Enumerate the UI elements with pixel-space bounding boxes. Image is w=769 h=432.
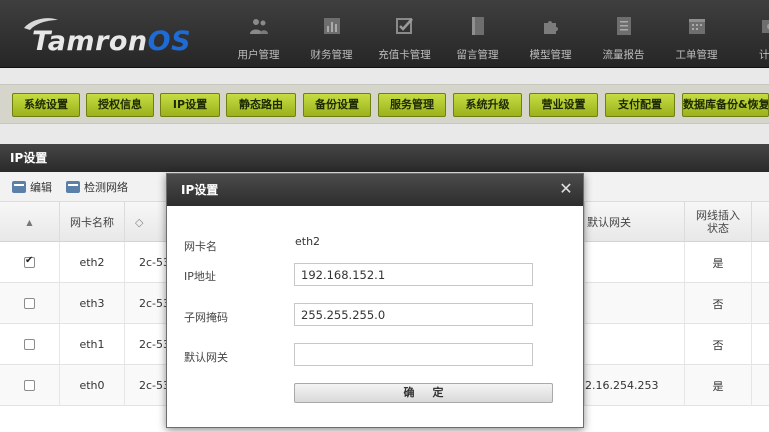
default-gateway-input[interactable] [294,343,533,366]
nic-name-label: 网卡名 [184,240,217,253]
calendar-icon [689,19,705,34]
tamronos-logo[interactable]: TamronOS [18,12,208,58]
logo-main: Tamron [32,26,148,57]
main-nav: 用户管理 财务管理 充值卡管理 留言管理 模型管理 流量报告 工单管理 计费 [222,0,769,68]
nav-tickets-label: 工单管理 [675,49,718,61]
ip-address-label: IP地址 [184,270,216,283]
subnet-mask-input[interactable] [294,303,533,326]
backup-settings-button[interactable]: 备份设置 [303,93,371,117]
nic-name-header[interactable]: 网卡名称 [60,202,125,242]
system-upgrade-button[interactable]: 系统升级 [453,93,522,117]
nav-billing[interactable]: 计费 [733,0,769,68]
ip-settings-button[interactable]: IP设置 [160,93,220,117]
network-icon [66,181,80,193]
nic-name-cell: eth3 [60,283,125,324]
nav-users-label: 用户管理 [237,49,280,61]
nic-name-cell: eth0 [60,365,125,406]
nav-finance-label: 财务管理 [310,49,353,61]
business-settings-button[interactable]: 营业设置 [529,93,598,117]
chart-icon [324,18,340,34]
license-info-button[interactable]: 授权信息 [86,93,154,117]
row-checkbox-cell[interactable] [0,242,60,283]
ip-address-input[interactable] [294,263,533,286]
nav-traffic-label: 流量报告 [602,49,645,61]
gateway-cell: 2.16.254.253 [585,365,685,406]
edit-label: 编辑 [30,181,52,194]
cable-status-cell: 否 [685,283,752,324]
nav-cards[interactable]: 充值卡管理 [368,0,441,68]
system-settings-button[interactable]: 系统设置 [12,93,80,117]
subnet-mask-label: 子网掩码 [184,311,228,324]
dialog-title: IP设置 [167,174,583,206]
nav-models-label: 模型管理 [529,49,572,61]
nav-models[interactable]: 模型管理 [514,0,587,68]
row-checkbox[interactable] [24,339,35,350]
logo-accent: OS [147,26,192,57]
nav-traffic[interactable]: 流量报告 [587,0,660,68]
row-checkbox-cell[interactable] [0,324,60,365]
static-route-button[interactable]: 静态路由 [226,93,296,117]
billing-icon [762,20,769,33]
db-backup-button[interactable]: 数据库备份&恢复 [682,93,769,117]
gateway-cell [585,242,685,283]
nic-name-cell: eth2 [60,242,125,283]
cable-header-line2: 状态 [707,222,729,235]
row-checkbox[interactable] [24,255,35,268]
checkbox-icon [396,18,413,34]
row-checkbox[interactable] [24,380,35,391]
top-header: TamronOS 用户管理 财务管理 充值卡管理 留言管理 模型管理 流量报告 [0,0,769,68]
default-gateway-label: 默认网关 [184,351,228,364]
nav-users[interactable]: 用户管理 [222,0,295,68]
row-checkbox-cell[interactable] [0,283,60,324]
users-icon [250,19,268,34]
payment-config-button[interactable]: 支付配置 [605,93,675,117]
nic-name-value: eth2 [295,235,321,248]
edit-icon [12,181,26,193]
edit-button[interactable]: 编辑 [12,179,52,195]
row-checkbox-cell[interactable] [0,365,60,406]
cable-status-cell: 是 [685,365,752,406]
cable-status-header[interactable]: 网线插入 状态 [685,202,752,242]
cable-status-cell: 否 [685,324,752,365]
cable-status-cell: 是 [685,242,752,283]
nav-messages-label: 留言管理 [456,49,499,61]
ip-settings-dialog: IP设置 ✕ 网卡名 eth2 IP地址 子网掩码 默认网关 确定 [166,173,584,428]
gateway-cell [585,283,685,324]
panel-title: IP设置 [0,144,769,172]
confirm-button[interactable]: 确定 [294,383,553,403]
book-icon [472,17,484,35]
service-manage-button[interactable]: 服务管理 [378,93,446,117]
nav-tickets[interactable]: 工单管理 [660,0,733,68]
gateway-header[interactable]: 默认网关 [585,202,685,242]
gateway-cell [585,324,685,365]
cable-header-line1: 网线插入 [696,209,740,222]
close-icon[interactable]: ✕ [557,180,575,198]
nav-cards-label: 充值卡管理 [378,49,431,61]
settings-toolbar: 系统设置 授权信息 IP设置 静态路由 备份设置 服务管理 系统升级 营业设置 … [0,84,769,124]
check-network-button[interactable]: 检测网络 [66,179,128,195]
puzzle-icon [544,21,558,34]
nic-name-cell: eth1 [60,324,125,365]
nav-finance[interactable]: 财务管理 [295,0,368,68]
check-network-label: 检测网络 [84,181,128,194]
nav-billing-label: 计费 [759,49,769,61]
sort-column-header[interactable]: ▲ [0,202,60,242]
report-icon [617,17,631,35]
logo-text: TamronOS [32,26,191,57]
row-checkbox[interactable] [24,298,35,309]
nav-messages[interactable]: 留言管理 [441,0,514,68]
